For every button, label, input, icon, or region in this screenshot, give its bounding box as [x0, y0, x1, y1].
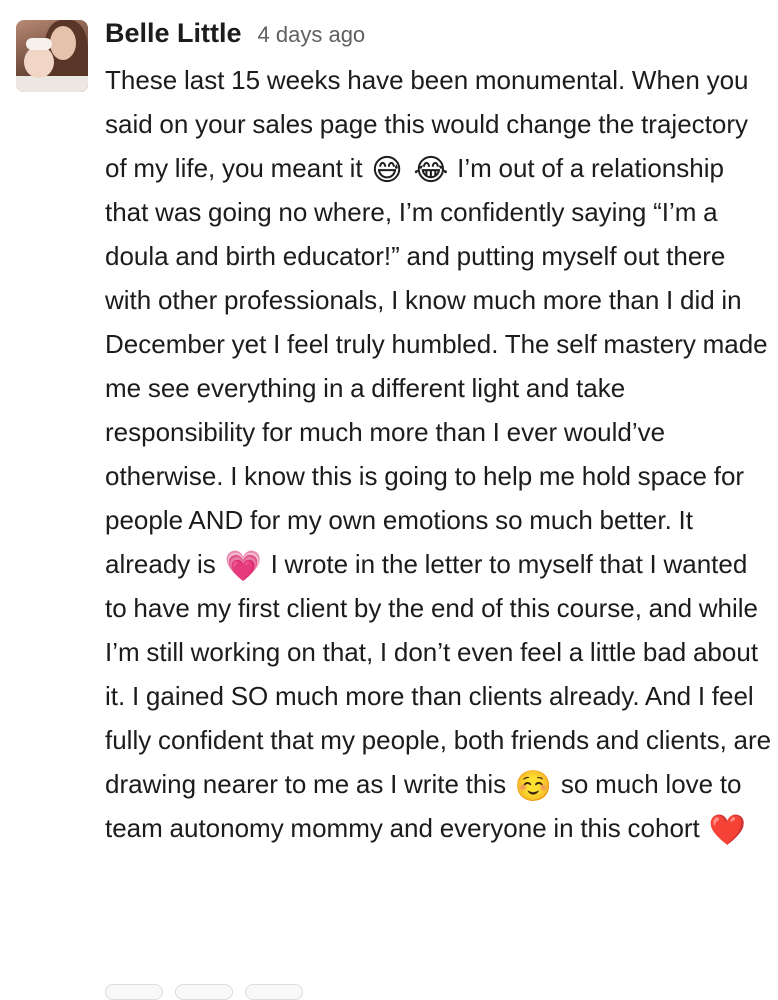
avatar-face-baby	[24, 46, 54, 78]
growing-heart-emoji: 💗	[224, 549, 262, 584]
avatar-face-adult	[50, 26, 76, 60]
smiling-face-emoji: ☺️	[514, 769, 553, 804]
avatar[interactable]	[16, 20, 88, 92]
message-text-segment: I wrote in the letter to myself that I w…	[105, 549, 772, 799]
tears-of-joy-emoji: 😂	[413, 153, 449, 188]
message-timestamp[interactable]: 4 days ago	[258, 22, 366, 48]
author-name[interactable]: Belle Little	[105, 18, 242, 49]
message-text-segment	[405, 153, 412, 183]
reaction-pill[interactable]	[245, 984, 303, 1000]
reaction-pill[interactable]	[175, 984, 233, 1000]
reaction-pill[interactable]	[105, 984, 163, 1000]
grinning-sweat-emoji: 😅	[371, 153, 403, 188]
reaction-bar	[105, 984, 303, 1000]
red-heart-emoji: ❤️	[708, 813, 746, 848]
message: Belle Little 4 days ago These last 15 we…	[0, 0, 778, 1000]
avatar-bow	[26, 38, 52, 50]
message-header: Belle Little 4 days ago	[105, 18, 365, 49]
avatar-shirt	[16, 76, 88, 92]
message-text-segment: I’m out of a relationship that was going…	[105, 153, 768, 579]
message-body: These last 15 weeks have been monumental…	[105, 58, 773, 850]
